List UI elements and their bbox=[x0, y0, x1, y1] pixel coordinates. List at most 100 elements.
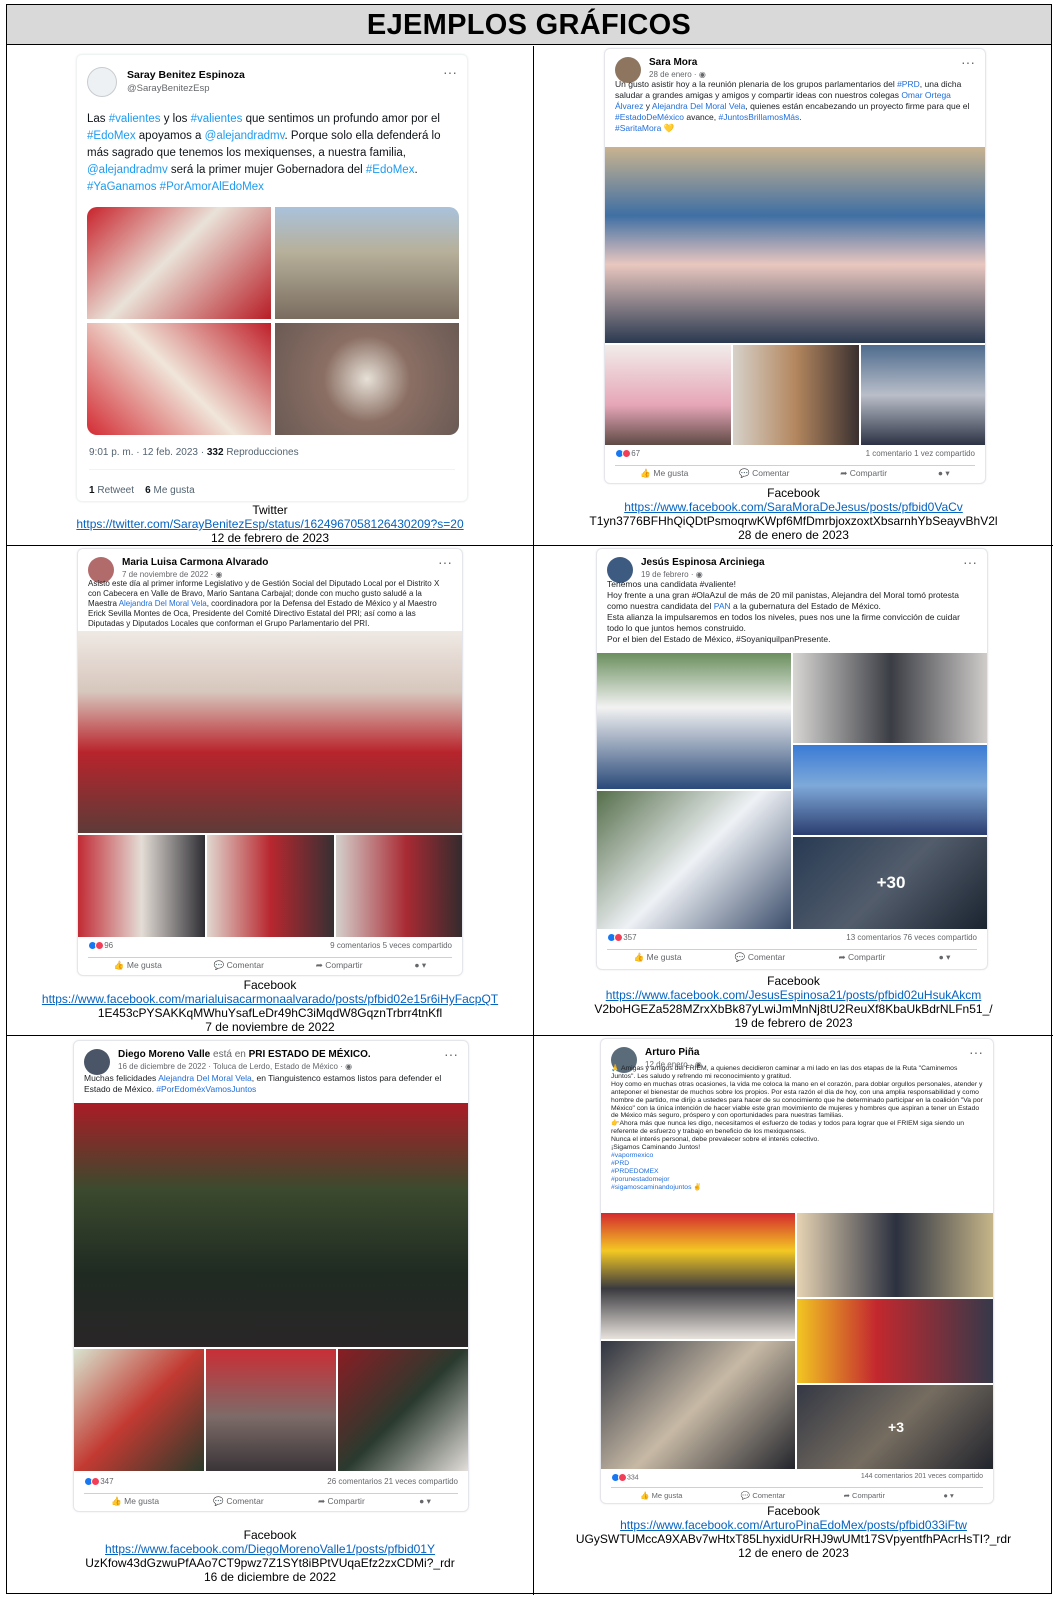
photo-1[interactable] bbox=[74, 1103, 468, 1347]
share-button[interactable]: ➦ Compartir bbox=[840, 468, 887, 479]
post-link[interactable]: #YaGanamos bbox=[87, 181, 156, 193]
avatar[interactable] bbox=[84, 1049, 110, 1075]
reactions[interactable]: 334 bbox=[611, 1473, 639, 1482]
post-link[interactable]: PAN bbox=[714, 601, 731, 611]
post-photo-grid[interactable] bbox=[87, 207, 459, 435]
like-button[interactable]: 👍 Me gusta bbox=[634, 952, 682, 963]
author-name[interactable]: Arturo Piña bbox=[645, 1047, 699, 1058]
photo-5[interactable]: +3 bbox=[797, 1385, 993, 1469]
caption-url[interactable]: https://www.facebook.com/marialuisacarmo… bbox=[7, 992, 533, 1006]
audience-selector[interactable]: ● ▾ bbox=[943, 1491, 953, 1500]
photo-2[interactable] bbox=[78, 835, 205, 937]
author-name[interactable]: Saray Benitez Espinoza bbox=[127, 69, 245, 81]
comment-button[interactable]: 💬 Comentar bbox=[739, 468, 789, 479]
post-photo-grid[interactable]: +3 bbox=[601, 1213, 993, 1469]
comment-share-counts[interactable]: 26 comentarios 21 veces compartido bbox=[327, 1477, 458, 1486]
post-link[interactable]: #porunestadomejor bbox=[611, 1176, 670, 1183]
more-dots-icon[interactable]: ··· bbox=[438, 555, 452, 569]
caption-url[interactable]: https://www.facebook.com/DiegoMorenoVall… bbox=[7, 1542, 533, 1556]
photo-3[interactable] bbox=[207, 835, 334, 937]
photo-1[interactable] bbox=[597, 653, 791, 789]
share-button[interactable]: ➦ Compartir bbox=[318, 1496, 365, 1507]
photo-4[interactable] bbox=[336, 835, 462, 937]
author-name[interactable]: Maria Luisa Carmona Alvarado bbox=[122, 557, 268, 568]
photo-4[interactable] bbox=[861, 345, 985, 445]
photo-3[interactable] bbox=[797, 1299, 993, 1383]
more-dots-icon[interactable]: ··· bbox=[969, 1045, 983, 1059]
photo-2[interactable] bbox=[74, 1349, 204, 1471]
audience-selector[interactable]: ● ▾ bbox=[414, 960, 426, 971]
photo-3[interactable] bbox=[87, 323, 271, 435]
photo-4[interactable] bbox=[275, 323, 459, 435]
post-link[interactable]: #sigamoscaminandojuntos bbox=[611, 1184, 691, 1191]
post-link[interactable]: #PRD bbox=[611, 1160, 629, 1167]
post-link[interactable]: #valientes bbox=[109, 113, 161, 125]
more-dots-icon[interactable]: ··· bbox=[961, 55, 975, 69]
photo-1[interactable] bbox=[78, 631, 462, 833]
post-link[interactable]: Alejandra Del Moral Vela bbox=[652, 101, 746, 111]
reactions[interactable]: 96 bbox=[88, 941, 113, 951]
more-photos-overlay[interactable]: +3 bbox=[797, 1385, 993, 1469]
photo-4[interactable] bbox=[338, 1349, 468, 1471]
post-link[interactable]: Alejandra Del Moral Vela bbox=[158, 1073, 252, 1083]
caption-url[interactable]: https://www.facebook.com/ArturoPinaEdoMe… bbox=[534, 1518, 1053, 1532]
author-name[interactable]: Diego Moreno Valle está en PRI ESTADO DE… bbox=[118, 1049, 371, 1060]
avatar[interactable] bbox=[87, 67, 117, 97]
post-link[interactable]: #EstadoDeMéxico bbox=[615, 112, 684, 122]
share-button[interactable]: ➦ Compartir bbox=[316, 960, 363, 971]
like-button[interactable]: 👍 Me gusta bbox=[640, 468, 688, 479]
comment-share-counts[interactable]: 9 comentarios 5 veces compartido bbox=[330, 941, 452, 950]
comment-share-counts[interactable]: 144 comentarios 201 veces compartido bbox=[861, 1473, 983, 1480]
photo-3[interactable] bbox=[733, 345, 859, 445]
post-link[interactable]: @alejandradmv bbox=[87, 164, 168, 176]
photo-3[interactable] bbox=[793, 745, 987, 835]
photo-3[interactable] bbox=[206, 1349, 336, 1471]
post-link[interactable]: #PRD bbox=[897, 79, 920, 89]
photo-4[interactable] bbox=[597, 791, 791, 929]
photo-2[interactable] bbox=[275, 207, 459, 319]
reactions[interactable]: 347 bbox=[84, 1477, 114, 1487]
post-link[interactable]: #valientes bbox=[191, 113, 243, 125]
audience-selector[interactable]: ● ▾ bbox=[938, 468, 950, 479]
post-link[interactable]: @alejandradmv bbox=[205, 130, 285, 142]
post-link[interactable]: #SaritaMora bbox=[615, 123, 661, 133]
post-photo-grid[interactable]: +30 bbox=[597, 653, 987, 929]
author-name[interactable]: Sara Mora bbox=[649, 57, 697, 68]
comment-button[interactable]: 💬 Comentar bbox=[213, 1496, 263, 1507]
post-link[interactable]: #EdoMex bbox=[366, 164, 415, 176]
photo-2[interactable] bbox=[605, 345, 731, 445]
photo-1[interactable] bbox=[605, 147, 985, 343]
comment-share-counts[interactable]: 1 comentario 1 vez compartido bbox=[866, 449, 975, 458]
comment-share-counts[interactable]: 13 comentarios 76 veces compartido bbox=[846, 933, 977, 942]
post-link[interactable]: #PorAmorAlEdoMex bbox=[160, 181, 264, 193]
photo-1[interactable] bbox=[601, 1213, 795, 1339]
like-button[interactable]: 👍 Me gusta bbox=[114, 960, 162, 971]
reactions[interactable]: 357 bbox=[607, 933, 637, 943]
post-photo-grid[interactable] bbox=[78, 631, 462, 937]
post-link[interactable]: #PorEdoméxVamosJuntos bbox=[156, 1084, 256, 1094]
post-link[interactable]: #JuntosBrillamosMás bbox=[718, 112, 799, 122]
photo-2[interactable] bbox=[793, 653, 987, 743]
author-handle[interactable]: @SarayBenitezEsp bbox=[127, 83, 210, 94]
photo-5[interactable]: +30 bbox=[793, 837, 987, 929]
more-dots-icon[interactable]: ··· bbox=[963, 555, 977, 569]
like-button[interactable]: 👍 Me gusta bbox=[111, 1496, 159, 1507]
share-button[interactable]: ➦ Compartir bbox=[844, 1491, 885, 1500]
comment-button[interactable]: 💬 Comentar bbox=[735, 952, 785, 963]
post-link[interactable]: #PRDEDOMEX bbox=[611, 1168, 659, 1175]
share-button[interactable]: ➦ Compartir bbox=[838, 952, 885, 963]
more-dots-icon[interactable]: ··· bbox=[443, 65, 457, 79]
reactions[interactable]: 67 bbox=[615, 449, 640, 459]
post-photo-grid[interactable] bbox=[605, 147, 985, 445]
author-name[interactable]: Jesús Espinosa Arciniega bbox=[641, 557, 765, 568]
caption-url[interactable]: https://www.facebook.com/SaraMoraDeJesus… bbox=[534, 500, 1053, 514]
post-photo-grid[interactable] bbox=[74, 1103, 468, 1471]
post-link[interactable]: #EdoMex bbox=[87, 130, 136, 142]
audience-selector[interactable]: ● ▾ bbox=[939, 952, 951, 963]
like-button[interactable]: 👍 Me gusta bbox=[640, 1491, 682, 1500]
post-link[interactable]: #vapormexico bbox=[611, 1152, 653, 1159]
post-link[interactable]: Alejandra Del Moral Vela bbox=[119, 599, 207, 608]
tweet-timestamp[interactable]: 9:01 p. m. · 12 feb. 2023 · 332 Reproduc… bbox=[89, 447, 299, 458]
more-dots-icon[interactable]: ··· bbox=[444, 1047, 458, 1061]
caption-url[interactable]: https://twitter.com/SarayBenitezEsp/stat… bbox=[7, 517, 533, 531]
